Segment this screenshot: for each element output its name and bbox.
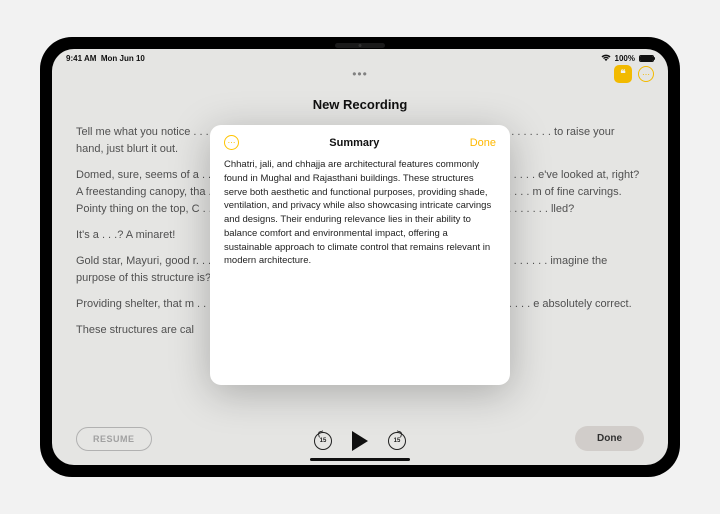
modal-done-button[interactable]: Done (470, 137, 496, 149)
ipad-frame: 9:41 AM Mon Jun 10 100% ••• ❝ ⋯ New Reco… (40, 37, 680, 477)
modal-title: Summary (329, 137, 379, 149)
summary-modal: ⋯ Summary Done Chhatri, jali, and chhajj… (210, 125, 510, 385)
camera-notch (335, 43, 385, 48)
screen: 9:41 AM Mon Jun 10 100% ••• ❝ ⋯ New Reco… (52, 49, 668, 465)
modal-options-icon[interactable]: ⋯ (224, 135, 239, 150)
summary-text: Chhatri, jali, and chhajja are architect… (224, 158, 496, 268)
